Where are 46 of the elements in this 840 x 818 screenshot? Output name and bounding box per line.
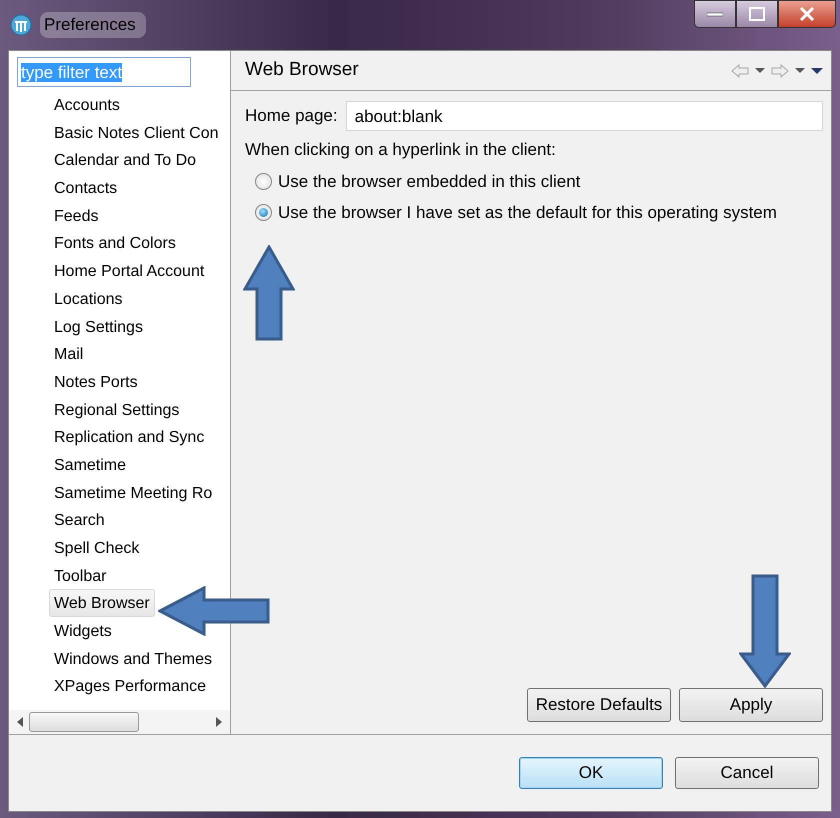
maximize-icon [749,7,765,21]
sidebar-item[interactable]: Fonts and Colors [49,229,181,258]
sidebar-item[interactable]: Home Portal Account [49,257,210,285]
maximize-button[interactable] [736,0,778,28]
page-title: Web Browser [245,58,359,82]
window-title: Preferences [40,12,146,38]
sidebar-item[interactable]: Calendar and To Do [49,146,202,174]
sidebar-item[interactable]: Windows and Themes [49,644,217,672]
cancel-button[interactable]: Cancel [675,757,819,789]
scrollbar-thumb[interactable] [29,712,139,732]
sidebar-item[interactable]: Replication and Sync [49,423,210,451]
option-label: Use the browser embedded in this client [278,170,580,192]
sidebar-item[interactable]: Notes Ports [49,368,143,396]
close-button[interactable] [778,0,836,28]
sidebar-item[interactable]: Log Settings [49,312,148,340]
sidebar-item[interactable]: Accounts [49,91,125,119]
sidebar-item[interactable]: Search [49,506,110,534]
sidebar-item[interactable]: Mail [49,340,88,368]
sidebar-item[interactable]: Spell Check [49,534,144,562]
sidebar-item[interactable]: Basic Notes Client Con [49,118,224,146]
app-icon [10,14,32,36]
sidebar-item[interactable]: Widgets [49,617,117,645]
sidebar-item[interactable]: Feeds [49,202,104,230]
horizontal-scrollbar[interactable] [9,710,230,734]
option-label: Use the browser I have set as the default for this operating system [278,202,777,224]
sidebar-item[interactable]: Toolbar [49,562,112,590]
home-page-label: Home page: [245,105,338,128]
prompt-text: When clicking on a hyperlink in the client: [245,139,557,161]
radio-button[interactable] [255,172,272,190]
apply-button[interactable]: Apply [679,688,823,722]
sidebar-item[interactable]: XPages Performance [49,672,212,700]
scroll-left-icon[interactable] [17,717,23,727]
restore-defaults-button[interactable]: Restore Defaults [527,688,671,722]
sidebar-item[interactable]: Regional Settings [49,396,184,424]
sidebar-item[interactable]: Sametime [49,450,132,479]
radio-button[interactable] [255,204,272,222]
ok-button[interactable]: OK [519,757,663,789]
sidebar-item[interactable]: Web Browser [49,589,155,618]
close-icon [799,7,815,21]
sidebar-item[interactable]: Contacts [49,174,122,202]
scroll-right-icon[interactable] [216,717,222,727]
minimize-icon [707,11,723,17]
sidebar-item[interactable]: Sametime Meeting Ro [49,478,218,506]
minimize-button[interactable] [694,0,736,28]
home-page-field[interactable]: about:blank [346,101,823,131]
sidebar-item[interactable]: Locations [49,284,128,312]
